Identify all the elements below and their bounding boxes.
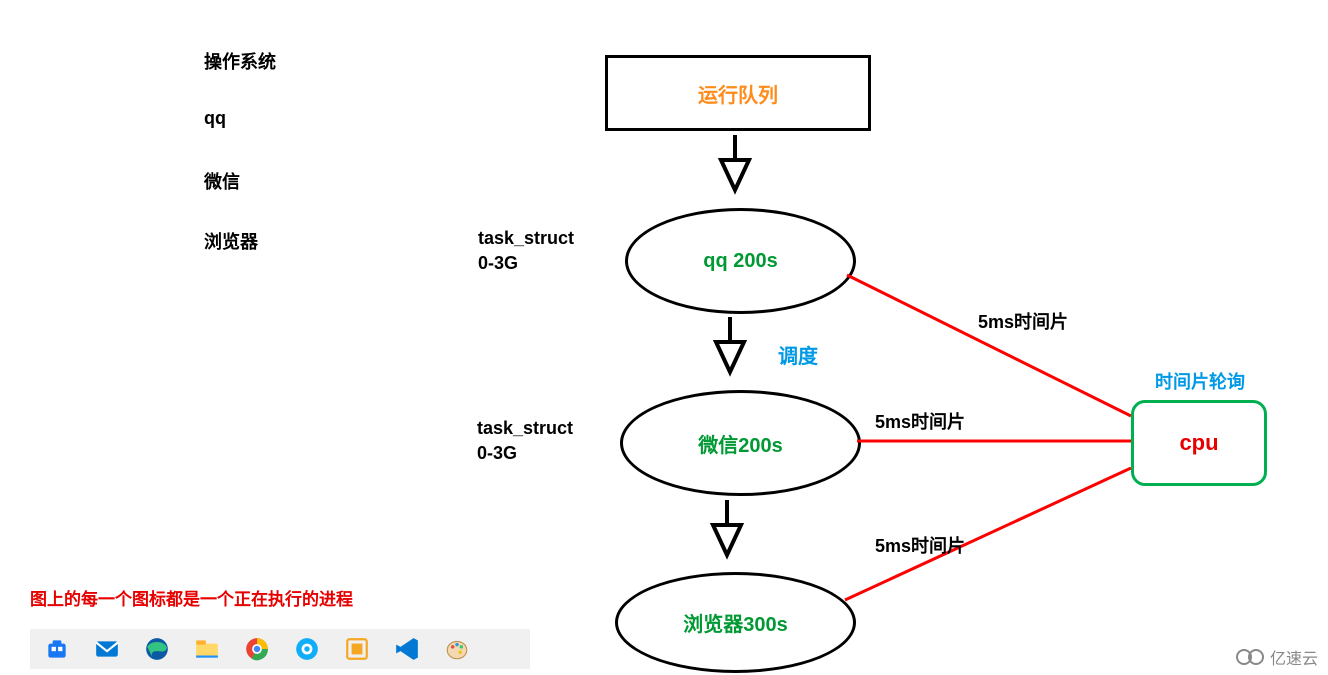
browser-icon[interactable] — [294, 636, 320, 662]
paint-icon[interactable] — [444, 636, 470, 662]
cpu-box: cpu — [1131, 400, 1267, 486]
explorer-icon[interactable] — [194, 636, 220, 662]
chrome-icon[interactable] — [244, 636, 270, 662]
watermark: 亿速云 — [1234, 645, 1318, 669]
edge-label-1: 5ms时间片 — [978, 308, 1068, 334]
edge-label-3: 5ms时间片 — [875, 532, 965, 558]
mail-icon[interactable] — [94, 636, 120, 662]
edge-label-2: 5ms时间片 — [875, 408, 965, 434]
red-edges — [0, 0, 1328, 675]
edge-icon[interactable] — [144, 636, 170, 662]
cpu-title: 时间片轮询 — [1155, 368, 1245, 394]
watermark-icon — [1234, 647, 1268, 667]
vm-icon[interactable] — [344, 636, 370, 662]
store-icon[interactable] — [44, 636, 70, 662]
cpu-label: cpu — [1179, 430, 1218, 456]
watermark-text: 亿速云 — [1270, 645, 1318, 669]
taskbar — [30, 629, 530, 669]
vscode-icon[interactable] — [394, 636, 420, 662]
